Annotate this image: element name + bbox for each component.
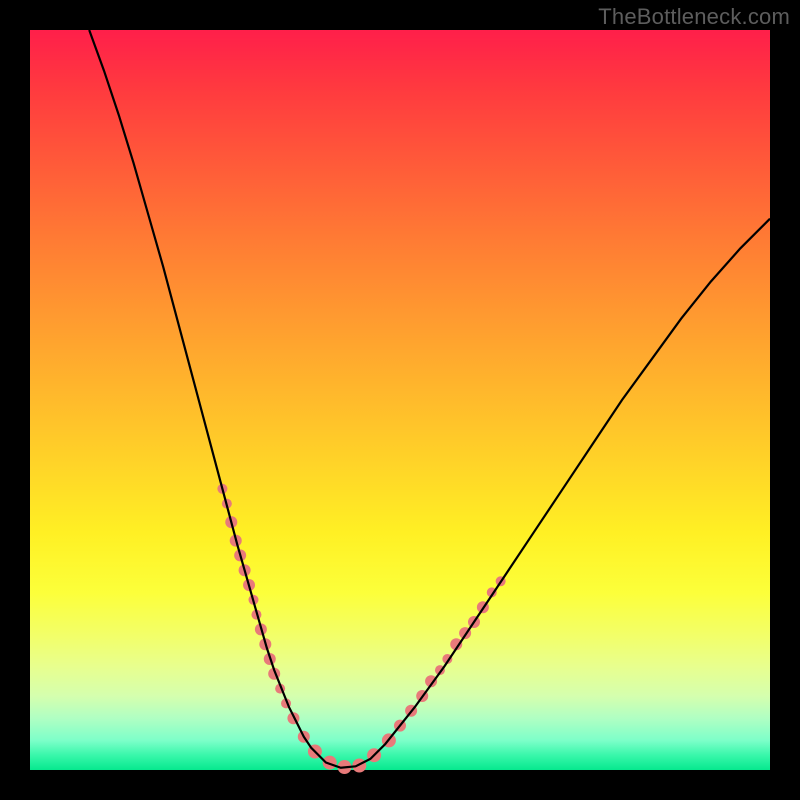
bottleneck-curve (89, 30, 770, 768)
chart-frame: TheBottleneck.com (0, 0, 800, 800)
plot-area (30, 30, 770, 770)
watermark-text: TheBottleneck.com (598, 4, 790, 30)
chart-svg (30, 30, 770, 770)
